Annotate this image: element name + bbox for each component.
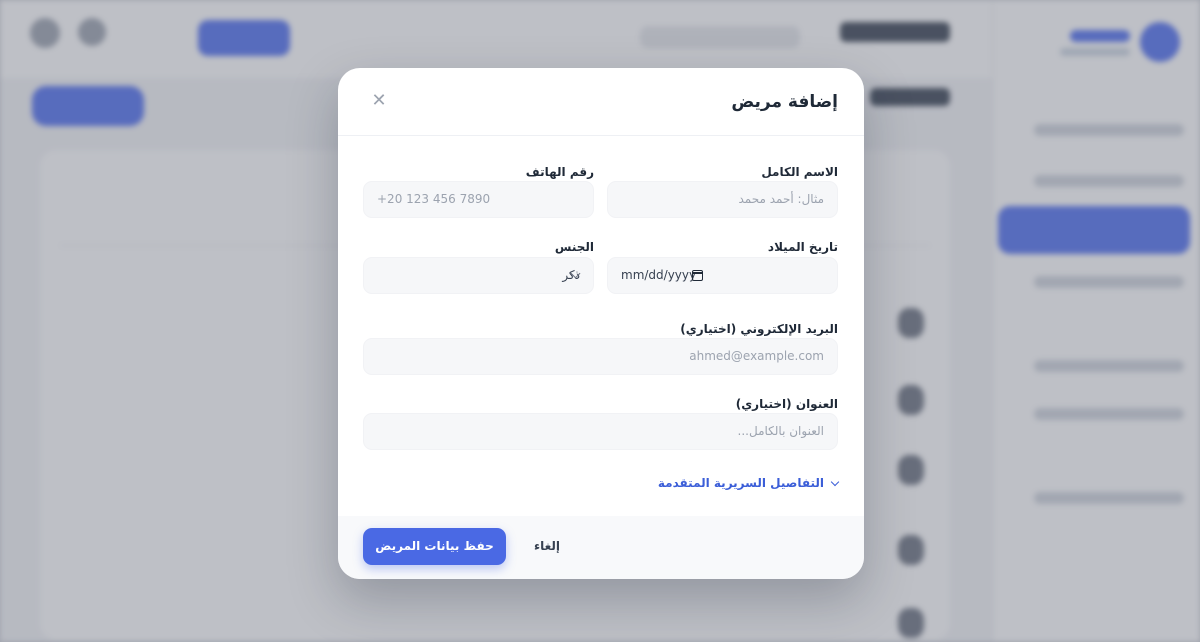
advanced-clinical-details-label: التفاصيل السريرية المتقدمة [657,476,824,490]
address-input[interactable]: العنوان بالكامل... [363,413,838,450]
close-icon[interactable]: ✕ [370,92,388,110]
add-patient-modal: إضافة مريض ✕ الاسم الكامل مثال: أحمد محم… [338,68,864,579]
phone-placeholder: +20 123 456 7890 [377,192,491,206]
cancel-button[interactable]: إلغاء [534,528,560,565]
calendar-icon[interactable] [692,270,703,281]
phone-input[interactable]: +20 123 456 7890 [363,181,594,218]
address-placeholder: العنوان بالكامل... [737,424,824,438]
full-name-input[interactable]: مثال: أحمد محمد [607,181,838,218]
full-name-placeholder: مثال: أحمد محمد [738,192,825,206]
birth-date-value: mm/dd/yyyy [621,268,697,282]
advanced-clinical-details-toggle[interactable]: التفاصيل السريرية المتقدمة [657,476,840,490]
email-placeholder: ahmed@example.com [689,349,824,363]
gender-select[interactable]: ذكر [363,257,594,294]
phone-label: رقم الهاتف [525,165,594,179]
modal-header: إضافة مريض ✕ [338,68,864,136]
birth-date-input[interactable]: mm/dd/yyyy [607,257,838,294]
gender-label: الجنس [554,240,594,254]
chevron-down-icon [830,477,840,486]
birth-date-label: تاريخ الميلاد [767,240,838,254]
email-label: البريد الإلكتروني (اختياري) [680,322,838,336]
modal-footer: إلغاء حفظ بيانات المريض [338,516,864,579]
email-input[interactable]: ahmed@example.com [363,338,838,375]
address-label: العنوان (اختياري) [735,397,838,411]
full-name-label: الاسم الكامل [761,165,838,179]
modal-title: إضافة مريض [731,92,838,112]
save-patient-button[interactable]: حفظ بيانات المريض [363,528,506,565]
